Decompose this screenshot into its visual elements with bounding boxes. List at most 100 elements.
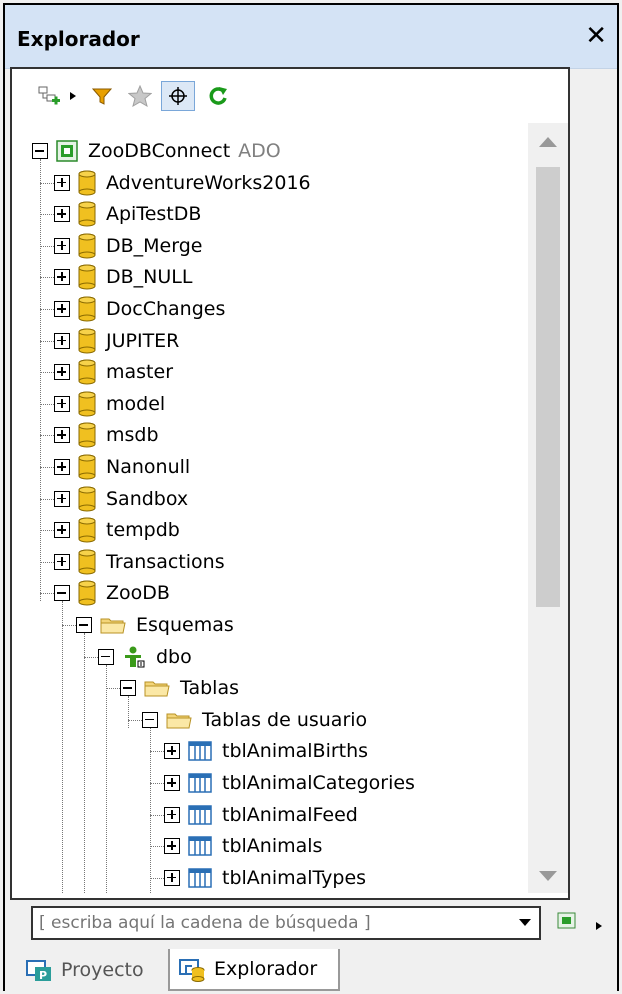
tree-item-schemas[interactable]: Esquemas	[76, 609, 234, 641]
tree-connector-line	[84, 656, 98, 658]
tree-item-user-tables[interactable]: Tablas de usuario	[142, 704, 367, 736]
tab-explorador-label: Explorador	[214, 958, 318, 980]
scroll-down-icon[interactable]	[539, 871, 557, 881]
collapse-icon[interactable]	[54, 585, 70, 602]
tab-proyecto-label: Proyecto	[61, 959, 144, 981]
expand-icon[interactable]	[164, 806, 180, 823]
tree-item-tables[interactable]: Tablas	[120, 672, 239, 704]
tree-item-database[interactable]: master	[54, 356, 173, 388]
bottom-tabs: P Proyecto Explorador	[5, 947, 617, 993]
expand-icon[interactable]	[54, 553, 70, 570]
explorer-window: Explorador ✕ ZooDBConnect ADO AdventureW…	[3, 3, 619, 993]
expand-icon[interactable]	[54, 269, 70, 286]
tree-item-table[interactable]: tblAnimals	[164, 830, 322, 862]
search-input[interactable]	[33, 913, 503, 933]
tree-connector-line	[40, 214, 54, 216]
tree-connector-line	[40, 403, 54, 405]
tree-item-schema[interactable]: dbo	[98, 641, 192, 673]
expand-icon[interactable]	[54, 522, 70, 539]
tree-node-label: msdb	[106, 424, 159, 447]
tree-node-label: AdventureWorks2016	[106, 171, 311, 194]
database-tree[interactable]: ZooDBConnect ADO AdventureWorks2016 ApiTest…	[12, 123, 528, 893]
collapse-icon[interactable]	[120, 680, 136, 697]
tree-connector-line	[40, 372, 54, 374]
tree-item-table[interactable]: tblAnimalCategories	[164, 767, 415, 799]
folder-icon	[166, 710, 192, 730]
tree-connector-line	[150, 877, 164, 879]
search-arrow-icon[interactable]	[595, 916, 603, 935]
filter-button[interactable]	[86, 81, 118, 111]
expand-icon[interactable]	[164, 743, 180, 760]
tree-item-database[interactable]: model	[54, 388, 165, 420]
tree-node-label: tblAnimalCategories	[222, 772, 415, 794]
tree-item-database[interactable]: ZooDB	[54, 577, 170, 609]
tree-item-table[interactable]: tblAnimalFeed	[164, 799, 358, 831]
expand-icon[interactable]	[54, 395, 70, 412]
expand-icon[interactable]	[54, 332, 70, 349]
star-icon	[128, 85, 152, 107]
refresh-button[interactable]	[202, 81, 234, 111]
search-options-icon	[557, 912, 576, 929]
tree-item-database[interactable]: msdb	[54, 419, 159, 451]
expand-icon[interactable]	[54, 364, 70, 381]
search-dropdown-button[interactable]	[513, 910, 537, 936]
database-icon	[78, 170, 96, 196]
tree-node-label: ApiTestDB	[106, 203, 202, 226]
expand-icon[interactable]	[164, 869, 180, 886]
tree-item-database[interactable]: Nanonull	[54, 451, 190, 483]
vertical-scrollbar[interactable]	[528, 123, 568, 893]
collapse-icon[interactable]	[98, 648, 114, 665]
tree-connector-line	[40, 561, 54, 563]
tree-item-database[interactable]: ApiTestDB	[54, 198, 201, 230]
tree-node-label: ZooDBConnect	[88, 140, 231, 162]
tree-item-database[interactable]: DB_Merge	[54, 230, 202, 262]
tree-item-table[interactable]: tblAnimalBirths	[164, 735, 368, 767]
tree-item-database[interactable]: DB_NULL	[54, 261, 192, 293]
scrollbar-thumb[interactable]	[536, 167, 560, 607]
expand-icon[interactable]	[164, 838, 180, 855]
collapse-icon[interactable]	[76, 617, 92, 633]
tree-item-table[interactable]: tblAnimalTypes	[164, 862, 366, 893]
collapse-icon[interactable]	[142, 711, 158, 728]
add-connection-button[interactable]	[34, 81, 64, 111]
tree-item-database[interactable]: DocChanges	[54, 293, 225, 325]
expand-icon[interactable]	[54, 490, 70, 507]
folder-icon	[144, 678, 170, 698]
tree-connector-line	[40, 593, 54, 595]
tree-node-label: tblAnimalBirths	[222, 740, 369, 763]
search-options-button[interactable]	[557, 912, 577, 934]
tree-node-label: tempdb	[106, 519, 180, 542]
expand-icon[interactable]	[54, 174, 70, 191]
expand-icon[interactable]	[54, 301, 70, 317]
tree-item-database[interactable]: tempdb	[54, 514, 180, 546]
tree-connector-line	[106, 688, 120, 690]
search-box[interactable]	[31, 906, 541, 940]
tree-node-label: JUPITER	[106, 329, 180, 352]
tree-node-label: model	[106, 392, 166, 415]
close-icon[interactable]: ✕	[585, 23, 607, 49]
crosshair-icon	[169, 87, 187, 105]
locate-button[interactable]	[161, 81, 195, 111]
favorites-button[interactable]	[124, 81, 156, 111]
scroll-up-icon[interactable]	[539, 137, 557, 147]
tree-connector-line	[128, 719, 142, 721]
tree-item-database[interactable]: JUPITER	[54, 325, 179, 357]
tree-item-database[interactable]: Transactions	[54, 546, 225, 578]
filter-icon	[91, 88, 113, 105]
connection-type-label: ADO	[238, 140, 281, 162]
expand-icon[interactable]	[54, 206, 70, 223]
database-icon	[78, 580, 96, 606]
expand-icon[interactable]	[54, 237, 70, 254]
expand-icon[interactable]	[54, 459, 70, 475]
expand-icon[interactable]	[164, 775, 180, 791]
tree-root-connection[interactable]: ZooDBConnect ADO	[32, 135, 281, 167]
tree-item-database[interactable]: AdventureWorks2016	[54, 167, 311, 199]
chevron-down-icon	[519, 919, 531, 926]
dropdown-arrow-icon[interactable]	[66, 81, 80, 111]
tab-proyecto[interactable]: P Proyecto	[25, 949, 155, 991]
expand-icon[interactable]	[54, 427, 70, 444]
tab-explorador[interactable]: Explorador	[168, 949, 340, 991]
window-title: Explorador	[17, 27, 140, 51]
collapse-icon[interactable]	[32, 143, 48, 159]
tree-item-database[interactable]: Sandbox	[54, 483, 188, 515]
